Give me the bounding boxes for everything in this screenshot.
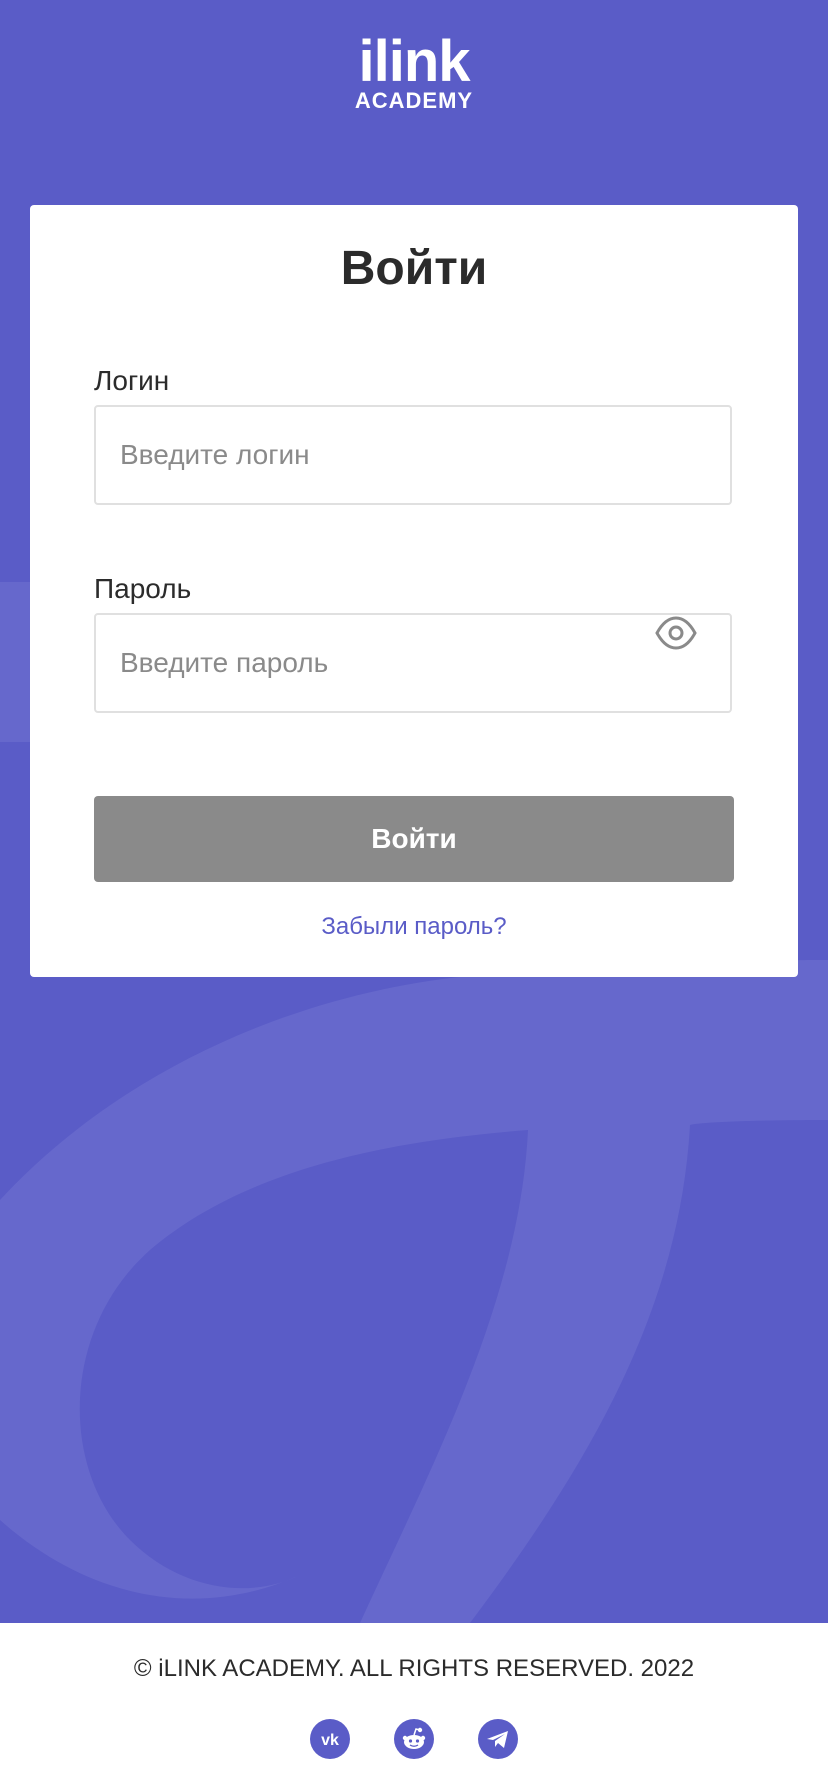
- vk-icon-text: vk: [321, 1732, 339, 1749]
- logo-sub-text: ACADEMY: [354, 88, 474, 113]
- vk-icon[interactable]: vk: [309, 1719, 350, 1759]
- copyright-text: © iLINK ACADEMY. ALL RIGHTS RESERVED. 20…: [133, 1655, 695, 1682]
- show-password-eye-icon[interactable]: [654, 615, 698, 651]
- logo-main-text: ilink: [358, 29, 470, 94]
- logo: ilink ACADEMY: [0, 32, 828, 112]
- login-card: Войти Логин Пароль Войти Забыли пароль?: [30, 205, 798, 977]
- page-title: Войти: [340, 242, 488, 295]
- reddit-icon[interactable]: [394, 1719, 434, 1759]
- password-input[interactable]: [94, 613, 732, 713]
- login-label: Логин: [94, 365, 170, 396]
- social-links: vk: [0, 1719, 828, 1759]
- footer: © iLINK ACADEMY. ALL RIGHTS RESERVED. 20…: [0, 1623, 828, 1792]
- forgot-password-link[interactable]: Забыли пароль?: [30, 913, 798, 941]
- password-label: Пароль: [94, 573, 192, 604]
- login-button[interactable]: Войти: [94, 796, 734, 882]
- telegram-icon[interactable]: [478, 1719, 519, 1759]
- login-input[interactable]: [94, 405, 732, 505]
